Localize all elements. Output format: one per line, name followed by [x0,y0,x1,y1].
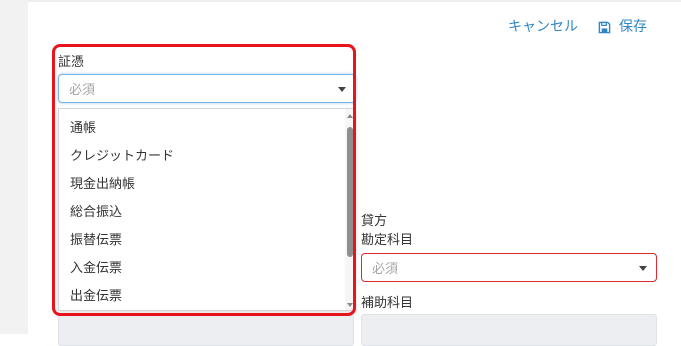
sub-account-label: 補助科目 [361,296,414,311]
chevron-down-icon [639,266,647,271]
credit-account-label: 勘定科目 [361,233,414,248]
credit-account-select[interactable]: 必須 [361,253,657,282]
save-button[interactable]: 保存 [598,17,647,37]
credit-section-label: 貸方 [361,214,388,229]
save-label: 保存 [619,19,647,35]
top-divider [28,0,681,2]
highlight-box [52,44,356,316]
left-grey-field [58,314,354,346]
left-gutter [0,0,28,334]
header-actions: キャンセル 保存 [508,17,647,37]
credit-account-placeholder: 必須 [372,262,399,277]
sub-account-field[interactable] [361,314,657,346]
cancel-button[interactable]: キャンセル [508,17,578,37]
floppy-disk-icon [598,21,611,33]
